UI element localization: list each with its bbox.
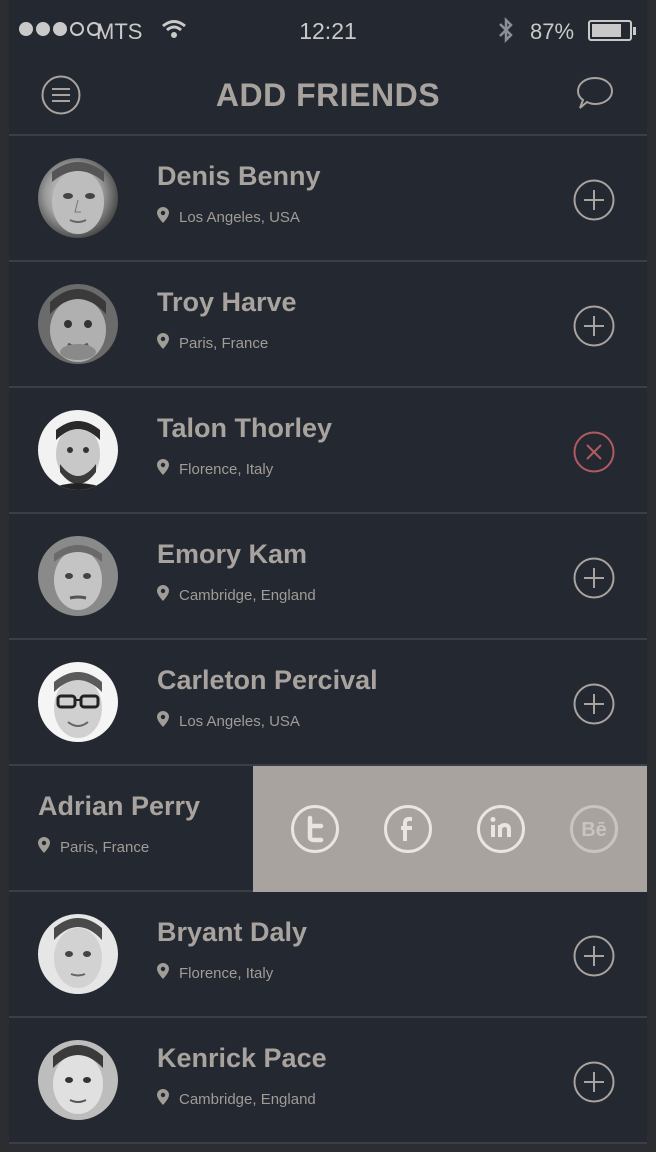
location-pin-icon [157, 207, 169, 227]
add-friend-button[interactable] [573, 179, 615, 221]
avatar [38, 284, 118, 364]
avatar [38, 158, 118, 238]
friend-location-text: Cambridge, England [179, 586, 316, 604]
behance-label: Bē [581, 819, 607, 841]
list-item[interactable]: Troy Harve Paris, France [9, 262, 647, 388]
list-item[interactable]: Bryant Daly Florence, Italy [9, 892, 647, 1018]
friend-name: Kenrick Pace [157, 1043, 327, 1073]
phone-screen: MTS 12:21 87% ADD FRIENDS Denis Benny Lo… [0, 0, 656, 1152]
remove-friend-button[interactable] [573, 431, 615, 473]
friend-location-text: Florence, Italy [179, 460, 274, 478]
friend-location-text: Paris, France [179, 334, 269, 352]
friend-location: Paris, France [38, 837, 149, 857]
battery-icon [588, 20, 636, 41]
friend-location: Paris, France [157, 333, 268, 353]
friend-location: Cambridge, England [157, 585, 316, 605]
friend-name: Bryant Daly [157, 917, 308, 947]
location-pin-icon [38, 837, 50, 857]
friend-location-text: Florence, Italy [179, 964, 274, 982]
list-item[interactable]: Kenrick Pace Cambridge, England [9, 1018, 647, 1144]
add-friend-button[interactable] [573, 683, 615, 725]
avatar [38, 914, 118, 994]
nav-bar: ADD FRIENDS [9, 62, 647, 136]
avatar [38, 536, 118, 616]
twitter-icon[interactable] [290, 804, 340, 854]
friend-location: Florence, Italy [157, 459, 273, 479]
friend-location-text: Los Angeles, USA [179, 712, 300, 730]
friend-location-text: Cambridge, England [179, 1090, 316, 1108]
friend-name: Troy Harve [157, 287, 297, 317]
behance-icon[interactable]: Bē [569, 804, 619, 854]
friend-name: Emory Kam [157, 539, 308, 569]
add-friend-button[interactable] [573, 557, 615, 599]
bluetooth-icon [497, 16, 515, 50]
add-friend-button[interactable] [573, 1061, 615, 1103]
location-pin-icon [157, 585, 169, 605]
status-bar: MTS 12:21 87% [9, 0, 647, 62]
linkedin-icon[interactable] [476, 804, 526, 854]
friend-location: Los Angeles, USA [157, 711, 300, 731]
battery-percent: 87% [530, 19, 575, 44]
friend-location-text: Los Angeles, USA [179, 208, 300, 226]
chat-bubble-icon[interactable] [575, 74, 615, 114]
add-friend-button[interactable] [573, 935, 615, 977]
friend-name: Carleton Percival [157, 665, 378, 695]
list-item[interactable]: Carleton Percival Los Angeles, USA [9, 640, 647, 766]
location-pin-icon [157, 333, 169, 353]
list-item[interactable]: Denis Benny Los Angeles, USA [9, 136, 647, 262]
friend-location: Florence, Italy [157, 963, 273, 983]
location-pin-icon [157, 711, 169, 731]
share-actions-panel: Bē [253, 766, 647, 892]
list-item-swiped[interactable]: Adrian Perry Paris, France Bē [9, 766, 647, 892]
friend-location: Cambridge, England [157, 1089, 316, 1109]
friend-name: Talon Thorley [157, 413, 333, 443]
friend-location-text: Paris, France [60, 838, 150, 856]
location-pin-icon [157, 1089, 169, 1109]
location-pin-icon [157, 963, 169, 983]
list-item[interactable]: Emory Kam Cambridge, England [9, 514, 647, 640]
avatar [38, 662, 118, 742]
avatar [38, 410, 118, 490]
facebook-icon[interactable] [383, 804, 433, 854]
page-title: ADD FRIENDS [215, 77, 441, 113]
add-friend-button[interactable] [573, 305, 615, 347]
location-pin-icon [157, 459, 169, 479]
avatar [38, 1040, 118, 1120]
list-item[interactable]: Talon Thorley Florence, Italy [9, 388, 647, 514]
friend-name: Denis Benny [157, 161, 321, 191]
friends-list: Denis Benny Los Angeles, USA Troy Harve … [9, 136, 647, 1144]
friend-location: Los Angeles, USA [157, 207, 300, 227]
friend-name: Adrian Perry [38, 791, 201, 821]
